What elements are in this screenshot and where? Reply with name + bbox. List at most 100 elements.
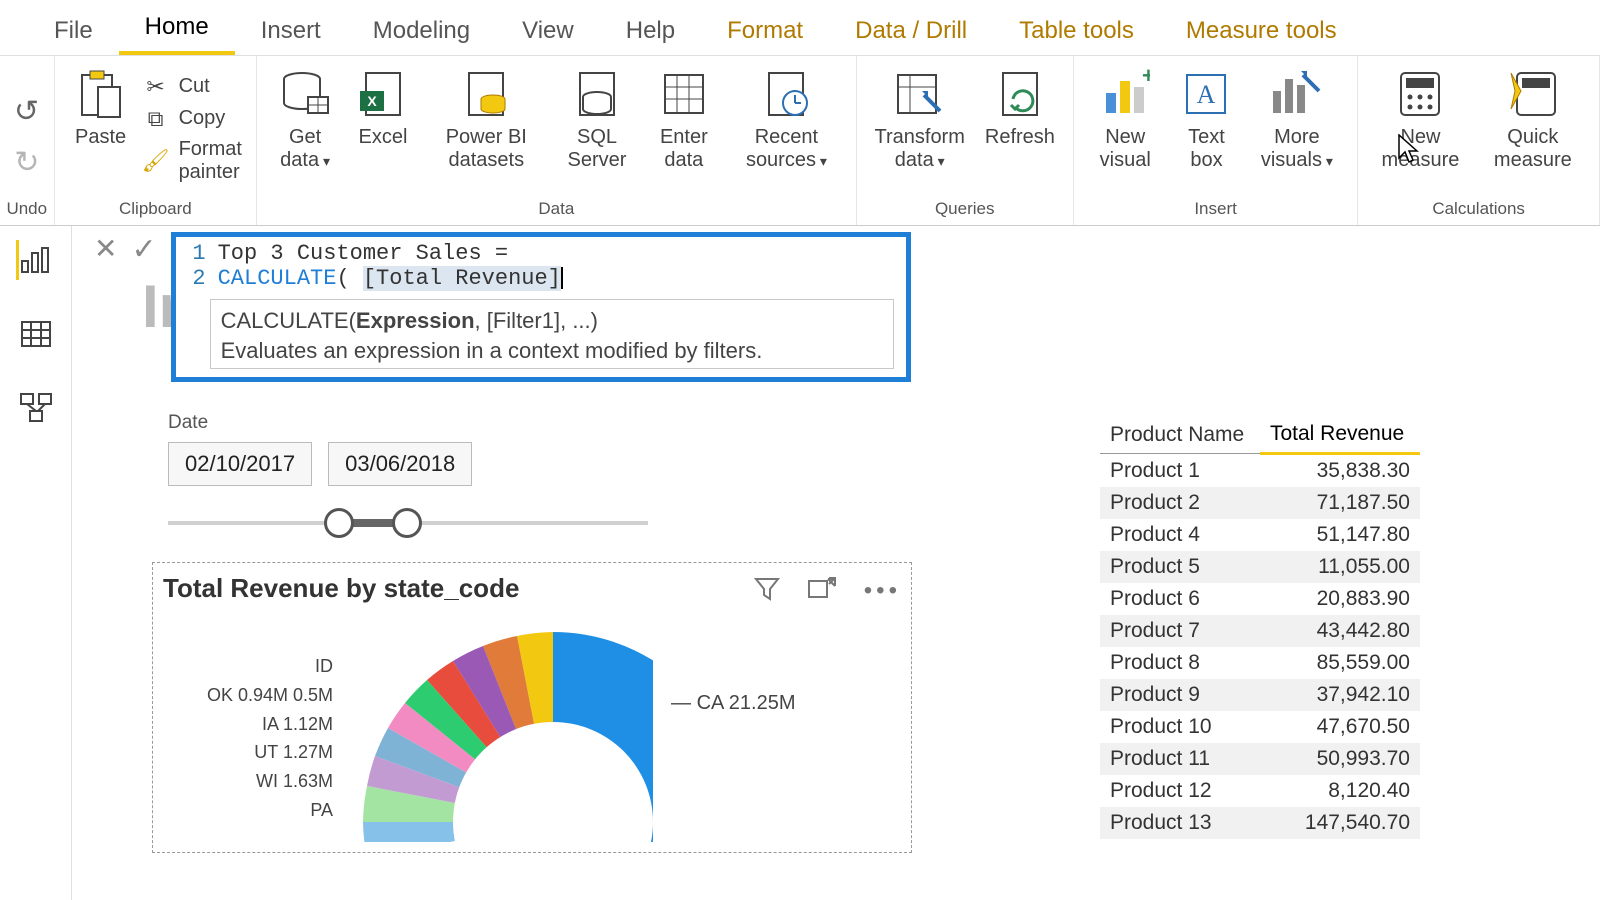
slicer-start-date[interactable]: 02/10/2017 [168,442,312,486]
formula-open-paren: ( [336,266,362,291]
refresh-button[interactable]: Refresh [975,60,1065,197]
slider-thumb-start[interactable] [324,508,354,538]
formula-bar-row: ✕ ✓ 1Top 3 Customer Sales = 2CALCULATE( … [94,232,1580,382]
recent-icon [758,66,814,122]
text-cursor [561,267,563,289]
text-box-button[interactable]: A Text box [1168,60,1244,197]
enter-data-label: Enter data [652,126,715,172]
get-data-label: Get data [275,126,335,172]
more-visuals-button[interactable]: More visuals [1244,60,1349,197]
database-icon [277,66,333,122]
hint-sig-pre: CALCULATE( [221,308,356,333]
col-product-name[interactable]: Product Name [1100,416,1260,454]
new-measure-button[interactable]: New measure [1366,60,1474,197]
format-painter-label: Format painter [179,138,249,184]
main-area: Inc ✕ ✓ 1Top 3 Customer Sales = 2CALCULA… [0,226,1600,900]
tab-insert[interactable]: Insert [235,5,347,55]
col-total-revenue[interactable]: Total Revenue [1260,416,1420,454]
transform-data-button[interactable]: Transform data [865,60,975,197]
table-row[interactable]: Product 1047,670.50 [1100,711,1420,743]
revenue-by-state-visual[interactable]: Total Revenue by state_code ••• ID OK 0.… [152,562,912,853]
format-painter-button[interactable]: 🖌Format painter [143,138,249,184]
table-row[interactable]: Product 271,187.50 [1100,487,1420,519]
table-row[interactable]: Product 128,120.40 [1100,775,1420,807]
cut-button[interactable]: ✂Cut [143,74,249,100]
table-row[interactable]: Product 451,147.80 [1100,519,1420,551]
pie-label-id: ID [283,652,333,681]
sql-icon [569,66,625,122]
calculations-group-label: Calculations [1366,197,1591,223]
table-row[interactable]: Product 937,942.10 [1100,679,1420,711]
formula-field: [Total Revenue] [363,266,561,291]
line-number-2: 2 [184,266,206,291]
new-visual-button[interactable]: + New visual [1082,60,1169,197]
line-number-1: 1 [184,241,206,266]
copy-label: Copy [179,107,226,130]
tab-help[interactable]: Help [600,5,701,55]
enter-data-icon [656,66,712,122]
table-row[interactable]: Product 885,559.00 [1100,647,1420,679]
more-options-icon[interactable]: ••• [864,577,901,605]
tab-file[interactable]: File [28,5,119,55]
slider-thumb-end[interactable] [392,508,422,538]
cancel-formula-icon[interactable]: ✕ [94,232,117,265]
table-row[interactable]: Product 511,055.00 [1100,551,1420,583]
hint-description: Evaluates an expression in a context mod… [221,336,883,366]
formula-bar[interactable]: 1Top 3 Customer Sales = 2CALCULATE( [Tot… [171,232,911,382]
tab-format[interactable]: Format [701,5,829,55]
table-row[interactable]: Product 1150,993.70 [1100,743,1420,775]
refresh-label: Refresh [985,126,1055,149]
pie-left-labels: ID OK 0.94M 0.5M IA 1.12M UT 1.27M WI 1.… [163,652,333,825]
calculator-icon [1392,66,1448,122]
refresh-icon [992,66,1048,122]
model-view-icon[interactable] [16,388,56,428]
report-view-icon[interactable] [16,240,56,280]
pie-label-ut: UT 1.27M [163,738,333,767]
slicer-label: Date [168,412,648,434]
enter-data-button[interactable]: Enter data [642,60,725,197]
tab-table-tools[interactable]: Table tools [993,5,1160,55]
paste-button[interactable]: Paste [63,60,139,197]
date-slicer[interactable]: Date 02/10/2017 03/06/2018 [168,412,648,538]
visual-title: Total Revenue by state_code [163,569,754,612]
hint-sig-bold: Expression [356,308,475,333]
date-slider[interactable] [168,508,648,538]
commit-formula-icon[interactable]: ✓ [131,232,156,267]
tab-measure-tools[interactable]: Measure tools [1160,5,1363,55]
pbi-datasets-label: Power BI datasets [431,126,542,172]
table-row[interactable]: Product 743,442.80 [1100,615,1420,647]
get-data-button[interactable]: Get data [265,60,345,197]
undo-group: ↻ ↻ Undo [0,56,55,225]
text-box-label: Text box [1178,126,1234,172]
recent-label: Recent sources [735,126,837,172]
svg-text:X: X [367,93,377,109]
filter-icon[interactable] [754,577,780,605]
tab-view[interactable]: View [496,5,600,55]
redo-icon[interactable]: ↻ [14,145,39,180]
quick-measure-button[interactable]: Quick measure [1475,60,1591,197]
data-view-icon[interactable] [16,314,56,354]
tab-data-drill[interactable]: Data / Drill [829,5,993,55]
ribbon: ↻ ↻ Undo Paste ✂Cut ⧉Copy 🖌Format painte… [0,56,1600,226]
calculations-group: New measure Quick measure Calculations [1358,56,1600,225]
svg-text:A: A [1197,80,1216,109]
sql-server-button[interactable]: SQL Server [552,60,643,197]
recent-sources-button[interactable]: Recent sources [725,60,847,197]
focus-mode-icon[interactable] [808,577,836,605]
excel-icon: X [355,66,411,122]
pie-chart [343,622,653,842]
product-revenue-table[interactable]: Product Name Total Revenue Product 135,8… [1100,416,1420,839]
undo-icon[interactable]: ↻ [14,94,39,129]
formula-keyword: CALCULATE [218,266,337,291]
copy-button[interactable]: ⧉Copy [143,106,249,132]
table-row[interactable]: Product 620,883.90 [1100,583,1420,615]
slicer-end-date[interactable]: 03/06/2018 [328,442,472,486]
tab-home[interactable]: Home [119,1,235,55]
table-row[interactable]: Product 13147,540.70 [1100,807,1420,839]
excel-button[interactable]: X Excel [345,60,421,197]
pbi-datasets-button[interactable]: Power BI datasets [421,60,552,197]
table-row[interactable]: Product 135,838.30 [1100,454,1420,488]
more-visuals-icon [1269,66,1325,122]
pie-right-labels: — CA 21.25M [663,622,796,715]
tab-modeling[interactable]: Modeling [347,5,496,55]
